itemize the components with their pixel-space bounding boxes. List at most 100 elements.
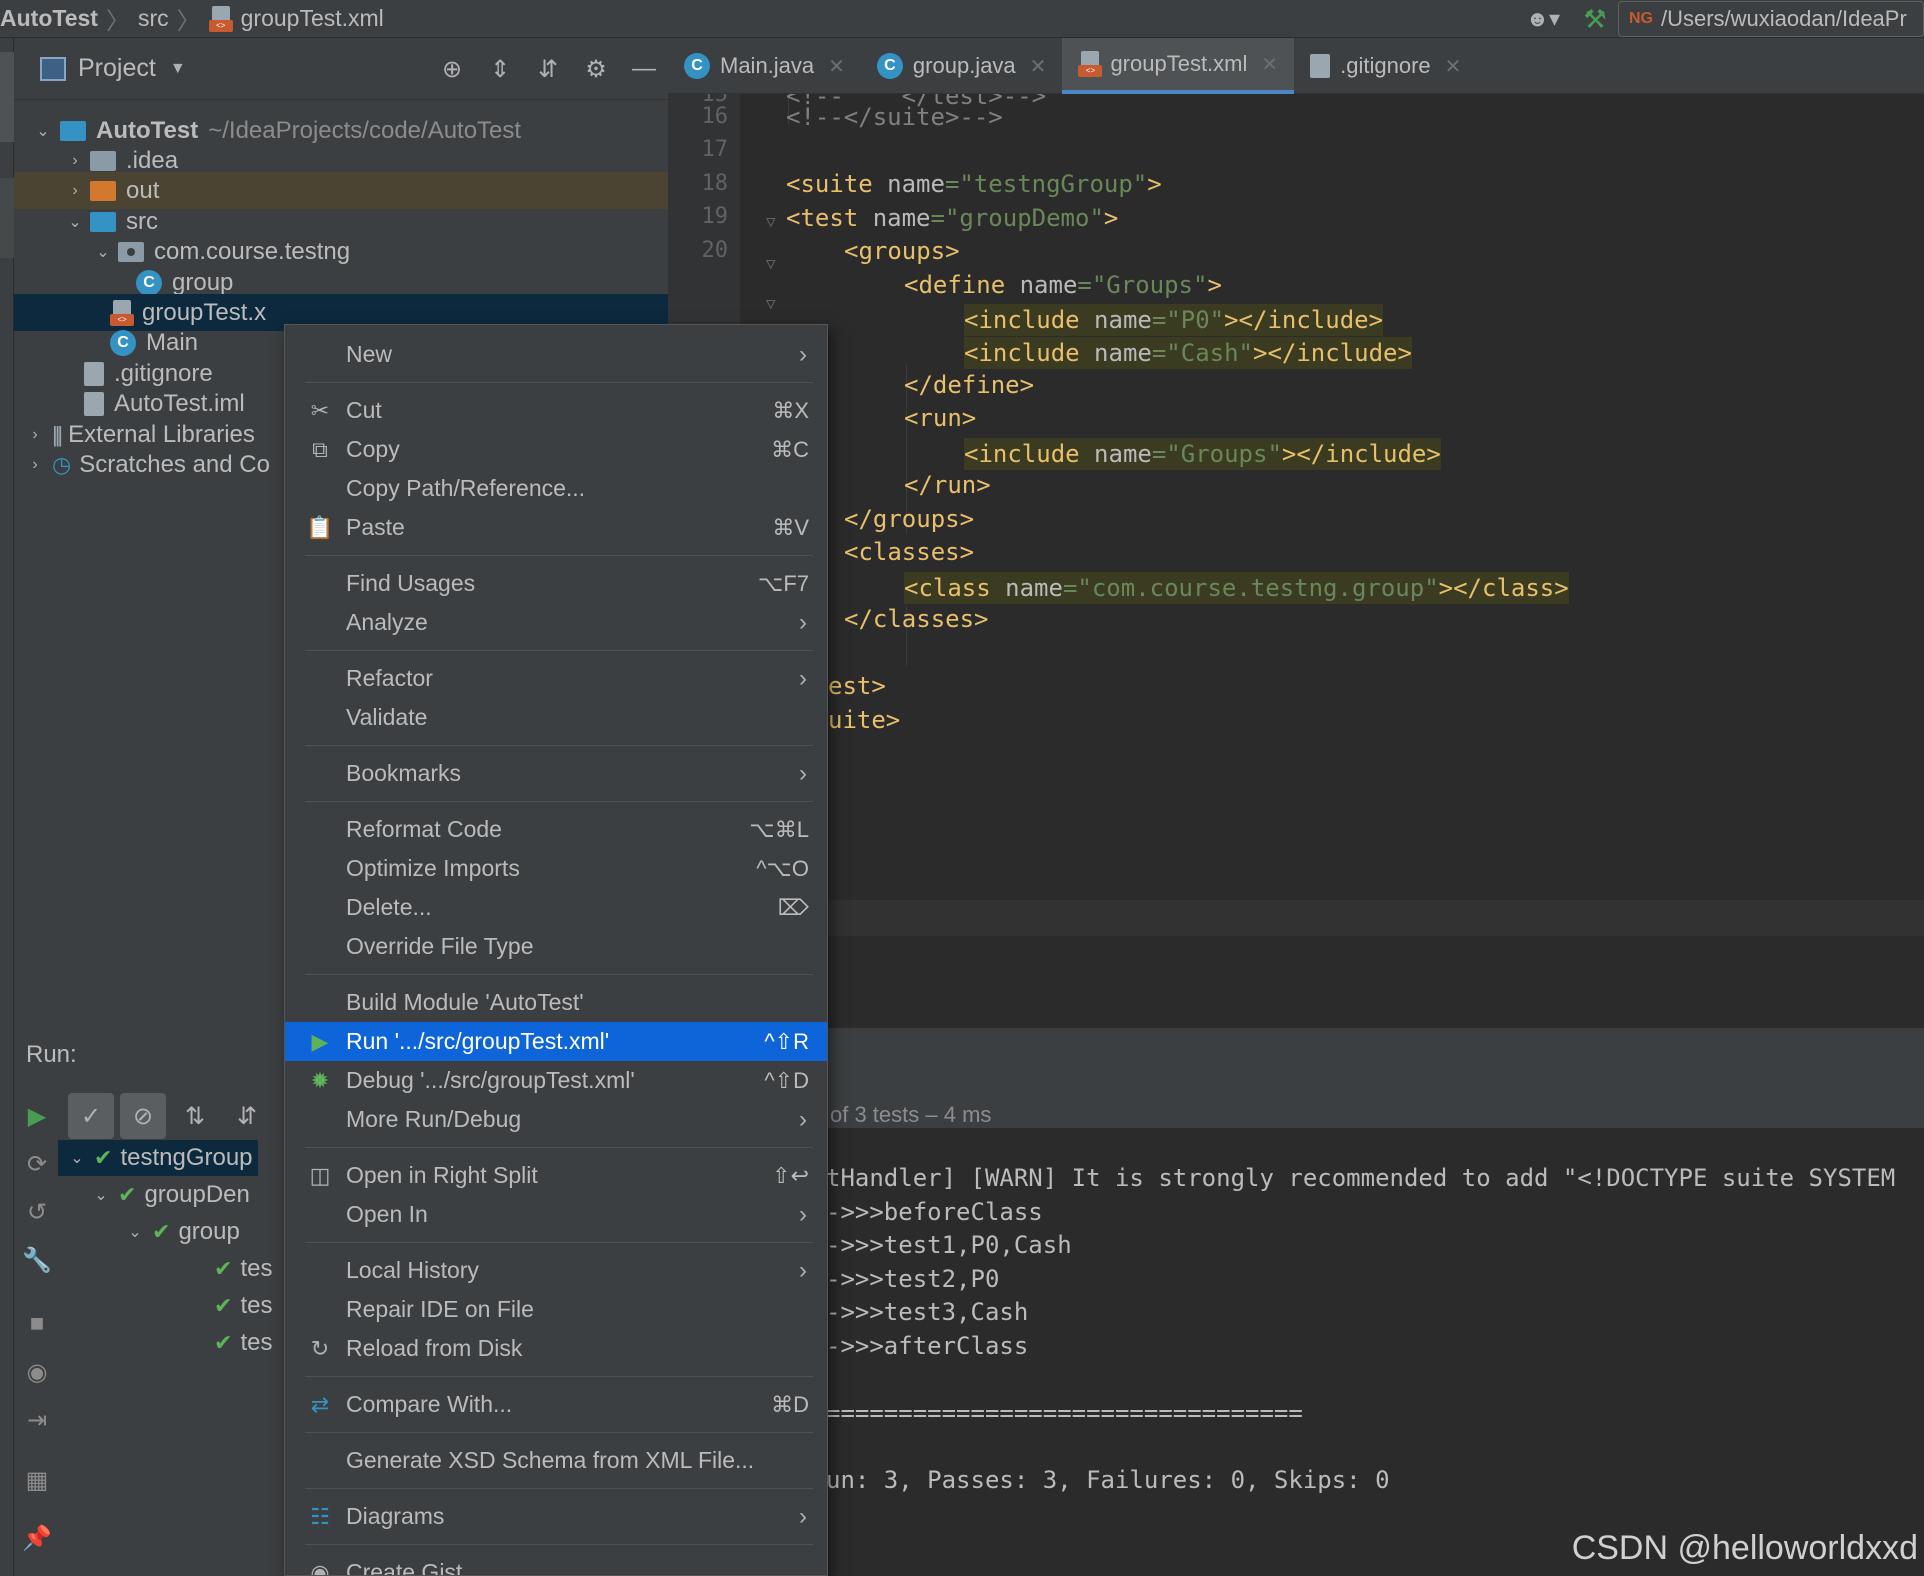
menu-item-create-gist[interactable]: ◉ Create Gist... bbox=[285, 1553, 827, 1575]
menu-item-build-module[interactable]: Build Module 'AutoTest' bbox=[285, 983, 827, 1022]
project-panel-title[interactable]: Project bbox=[78, 54, 156, 83]
test-tree-class[interactable]: ⌄ ✔ group bbox=[126, 1214, 240, 1250]
pin-icon[interactable]: 📌 bbox=[14, 1524, 60, 1553]
camera-icon[interactable]: ◉ bbox=[14, 1358, 60, 1387]
fold-marker-icon[interactable]: ▽ bbox=[766, 212, 776, 231]
hide-icon[interactable]: — bbox=[620, 55, 668, 83]
line-number: 19 bbox=[701, 204, 729, 229]
menu-item-validate[interactable]: Validate bbox=[285, 698, 827, 737]
menu-item-reload-from-disk[interactable]: ↻ Reload from Disk bbox=[285, 1329, 827, 1368]
left-tool-strip bbox=[0, 38, 14, 1576]
stop-icon[interactable]: ■ bbox=[14, 1310, 60, 1338]
menu-item-local-history[interactable]: Local History › bbox=[285, 1251, 827, 1290]
tab-grouptest-xml[interactable]: <> groupTest.xml ✕ bbox=[1062, 38, 1295, 94]
tree-item-label: .gitignore bbox=[114, 359, 213, 387]
sort-by-duration-icon[interactable]: ⇵ bbox=[224, 1093, 270, 1139]
close-icon[interactable]: ✕ bbox=[1445, 54, 1462, 79]
close-icon[interactable]: ✕ bbox=[1261, 52, 1278, 77]
menu-item-run[interactable]: ▶ Run '.../src/groupTest.xml' ^⇧R bbox=[285, 1022, 827, 1061]
breadcrumb-file[interactable]: <> groupTest.xml bbox=[201, 0, 392, 38]
menu-item-override-file-type[interactable]: Override File Type bbox=[285, 927, 827, 966]
chevron-down-icon[interactable]: ⌄ bbox=[94, 242, 112, 262]
menu-item-more-run-debug[interactable]: More Run/Debug › bbox=[285, 1100, 827, 1139]
fold-marker-icon[interactable]: ▽ bbox=[766, 254, 776, 273]
collapse-all-icon[interactable]: ⇵ bbox=[524, 55, 572, 84]
expand-all-icon[interactable]: ⇕ bbox=[476, 55, 524, 84]
gear-icon[interactable]: ⚙ bbox=[572, 55, 620, 84]
rerun-failed-icon[interactable]: ⟳ bbox=[14, 1150, 60, 1179]
chevron-right-icon[interactable]: › bbox=[66, 182, 84, 200]
chevron-down-icon[interactable]: ⌄ bbox=[34, 121, 52, 141]
breadcrumb-folder[interactable]: src bbox=[130, 0, 177, 38]
toggle-autotest-icon[interactable]: ↺ bbox=[14, 1198, 60, 1227]
menu-item-paste[interactable]: 📋 Paste ⌘V bbox=[285, 508, 827, 547]
chevron-right-icon: › bbox=[799, 1105, 807, 1133]
tab-main-java[interactable]: C Main.java ✕ bbox=[668, 38, 861, 94]
passed-check-icon: ✔ bbox=[152, 1219, 171, 1244]
menu-item-generate-xsd[interactable]: Generate XSD Schema from XML File... bbox=[285, 1441, 827, 1480]
menu-separator bbox=[305, 1544, 813, 1545]
menu-item-reformat-code[interactable]: Reformat Code ⌥⌘L bbox=[285, 810, 827, 849]
menu-item-optimize-imports[interactable]: Optimize Imports ^⌥O bbox=[285, 849, 827, 888]
account-icon[interactable]: ☻▾ bbox=[1514, 0, 1572, 38]
run-configuration-selector[interactable]: NG /Users/wuxiaodan/IdeaPr bbox=[1618, 1, 1924, 37]
show-ignored-icon[interactable]: ⊘ bbox=[120, 1093, 166, 1139]
menu-item-open-in[interactable]: Open In › bbox=[285, 1195, 827, 1234]
menu-separator bbox=[305, 745, 813, 746]
menu-item-analyze[interactable]: Analyze › bbox=[285, 603, 827, 642]
chevron-down-icon[interactable]: ⌄ bbox=[68, 1148, 86, 1168]
test-tree-suite[interactable]: ⌄ ✔ groupDen bbox=[92, 1177, 250, 1213]
wrench-icon[interactable]: 🔧 bbox=[14, 1246, 60, 1275]
chevron-down-icon[interactable]: ⌄ bbox=[126, 1222, 144, 1242]
project-tool-tab[interactable] bbox=[0, 52, 14, 142]
test-tree-method[interactable]: ✔ tes bbox=[214, 1325, 272, 1361]
console-line: ->>>test3,Cash bbox=[826, 1298, 1029, 1326]
chevron-down-icon[interactable]: ⌄ bbox=[92, 1185, 110, 1205]
console-line: ================================= bbox=[826, 1399, 1303, 1427]
code-line-20: <groups> bbox=[844, 237, 960, 265]
test-tree-method[interactable]: ✔ tes bbox=[214, 1251, 272, 1287]
menu-item-bookmarks[interactable]: Bookmarks › bbox=[285, 754, 827, 793]
show-passed-icon[interactable]: ✓ bbox=[68, 1093, 114, 1139]
test-tree-method[interactable]: ✔ tes bbox=[214, 1288, 272, 1324]
structure-tool-tab[interactable] bbox=[0, 178, 14, 258]
locate-icon[interactable]: ⊕ bbox=[428, 55, 476, 84]
run-test-toolbar: ✓ ⊘ ⇅ ⇵ bbox=[68, 1088, 276, 1144]
menu-item-new[interactable]: New › bbox=[285, 335, 827, 374]
chevron-right-icon[interactable]: › bbox=[26, 426, 44, 444]
rerun-icon[interactable]: ▶ bbox=[14, 1102, 60, 1131]
code-editor[interactable]: 15 16 17 18 19 20 ▽ ▽ ▽ <!-- </test>--> … bbox=[668, 94, 1924, 994]
editor-tab-bar: C Main.java ✕ C group.java ✕ <> groupTes… bbox=[668, 38, 1924, 94]
menu-item-diagrams[interactable]: ☷ Diagrams › bbox=[285, 1497, 827, 1536]
menu-item-compare-with[interactable]: ⇄ Compare With... ⌘D bbox=[285, 1385, 827, 1424]
menu-item-debug[interactable]: ✹ Debug '.../src/groupTest.xml' ^⇧D bbox=[285, 1061, 827, 1100]
close-icon[interactable]: ✕ bbox=[828, 54, 845, 79]
menu-item-refactor[interactable]: Refactor › bbox=[285, 659, 827, 698]
chevron-down-icon[interactable]: ⌄ bbox=[66, 212, 84, 232]
menu-item-repair-ide[interactable]: Repair IDE on File bbox=[285, 1290, 827, 1329]
menu-separator bbox=[305, 1432, 813, 1433]
chevron-right-icon[interactable]: › bbox=[66, 152, 84, 170]
compare-icon: ⇄ bbox=[310, 1391, 330, 1417]
menu-item-copy-path[interactable]: Copy Path/Reference... bbox=[285, 469, 827, 508]
test-tree-label: groupDen bbox=[144, 1181, 250, 1208]
sort-alphabetically-icon[interactable]: ⇅ bbox=[172, 1093, 218, 1139]
fold-marker-icon[interactable]: ▽ bbox=[766, 294, 776, 313]
menu-item-open-right-split[interactable]: ◫ Open in Right Split ⇧↩ bbox=[285, 1156, 827, 1195]
build-hammer-icon[interactable]: ⚒ bbox=[1572, 0, 1618, 38]
tab-gitignore[interactable]: .gitignore ✕ bbox=[1294, 38, 1477, 94]
menu-item-find-usages[interactable]: Find Usages ⌥F7 bbox=[285, 564, 827, 603]
menu-item-delete[interactable]: Delete... ⌦ bbox=[285, 888, 827, 927]
tab-group-java[interactable]: C group.java ✕ bbox=[861, 38, 1063, 94]
chevron-down-icon[interactable]: ▼ bbox=[170, 60, 186, 78]
breadcrumb-project[interactable]: AutoTest bbox=[0, 0, 106, 38]
layout-icon[interactable]: ▦ bbox=[14, 1466, 60, 1495]
exit-icon[interactable]: ⇥ bbox=[14, 1406, 60, 1435]
run-console[interactable]: tHandler] [WARN] It is strongly recommen… bbox=[826, 1128, 1924, 1576]
close-icon[interactable]: ✕ bbox=[1030, 54, 1047, 79]
menu-item-cut[interactable]: ✂ Cut ⌘X bbox=[285, 391, 827, 430]
chevron-right-icon[interactable]: › bbox=[26, 456, 44, 474]
menu-separator bbox=[305, 382, 813, 383]
test-tree-root[interactable]: ⌄ ✔ testngGroup bbox=[58, 1140, 258, 1176]
menu-item-copy[interactable]: ⧉ Copy ⌘C bbox=[285, 430, 827, 469]
